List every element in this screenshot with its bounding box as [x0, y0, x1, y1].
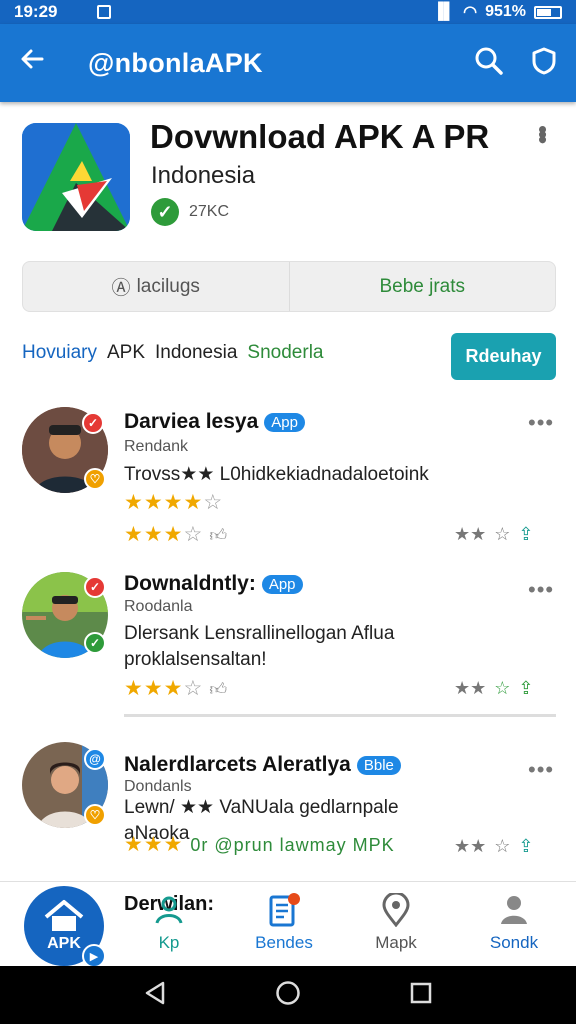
- review-pill: Bble: [356, 755, 401, 775]
- app-bar-title: @nbonlaAPK: [88, 47, 263, 78]
- review-name: Darviea lesya App: [124, 410, 305, 434]
- app-bar-actions: [474, 46, 558, 81]
- share-icon[interactable]: ⇪: [518, 836, 533, 857]
- review-pill: App: [264, 412, 305, 432]
- recents-square-icon[interactable]: [410, 982, 432, 1009]
- star-outline-icon[interactable]: ☆: [494, 836, 510, 857]
- star-icon: ★★: [454, 678, 487, 698]
- review-actions: ★★ ☆ ⇪: [454, 524, 534, 545]
- system-nav-bar: [0, 966, 576, 1024]
- wifi-icon: ◠: [463, 4, 478, 21]
- app-logo-icon: [22, 123, 130, 231]
- more-options-icon[interactable]: •••: [528, 577, 554, 603]
- home-icon: [44, 900, 84, 931]
- nav-item-mapk[interactable]: Mapk: [351, 890, 441, 953]
- review-text: Dlersank Lensrallinellogan Aflua proklal…: [124, 623, 395, 670]
- tag-row: Hovuiary APK Indonesia Snoderla: [22, 342, 323, 364]
- avatar-badge: ♡: [84, 804, 106, 826]
- nav-item-sondk[interactable]: Sondk: [469, 890, 559, 953]
- share-icon[interactable]: ⇪: [518, 678, 533, 699]
- map-pin-icon: [381, 890, 411, 930]
- tag-link[interactable]: Hovuiary: [22, 342, 97, 364]
- nav-item-kp[interactable]: Kp: [124, 890, 214, 953]
- signal-icon: ▐▌: [432, 3, 456, 20]
- person-icon: [154, 890, 184, 930]
- app-bar: @nbonlaAPK: [0, 24, 576, 102]
- star-outline-icon[interactable]: ☆: [494, 678, 510, 699]
- review-subtitle: Roodanla: [124, 598, 193, 615]
- check-circle-icon: ✓: [151, 198, 179, 226]
- status-bar: 19:29 ▐▌ ◠ 951%: [0, 0, 576, 24]
- avatar-badge: ♡: [84, 468, 106, 490]
- at-icon: Ⓐ: [111, 278, 131, 299]
- more-options-icon[interactable]: •••: [528, 125, 558, 140]
- action-button[interactable]: Rdeuhay: [451, 333, 556, 380]
- review-name: Downaldntly: App: [124, 572, 303, 596]
- review-subtitle: Dondanls: [124, 778, 192, 795]
- shield-icon[interactable]: [530, 46, 558, 81]
- home-circle-icon[interactable]: [275, 980, 301, 1011]
- arrow-left-icon[interactable]: [18, 45, 58, 81]
- status-right: ▐▌ ◠ 951%: [432, 2, 562, 22]
- more-options-icon[interactable]: •••: [528, 757, 554, 783]
- segment-right-label: Bebe jrats: [379, 275, 466, 297]
- segment-left[interactable]: Ⓐ lacilugs: [23, 262, 290, 311]
- segmented-control: Ⓐ lacilugs Bebe jrats: [22, 261, 556, 312]
- account-icon: [499, 890, 529, 930]
- sim-icon: [97, 5, 112, 19]
- avatar-badge: @: [84, 748, 106, 770]
- avatar-badge: ✓: [84, 632, 106, 654]
- star-icon: ★★: [454, 524, 487, 544]
- review-actions: ★★ ☆ ⇪: [454, 678, 534, 699]
- tag-text: Indonesia: [155, 342, 238, 363]
- star-rating: ★★★★☆: [124, 491, 224, 514]
- star-rating: ★★★☆ 👍︎: [124, 677, 229, 700]
- star-icon: ★★: [454, 836, 487, 856]
- app-subtitle: Indonesia: [151, 162, 256, 189]
- review-subtitle: Rendank: [124, 438, 189, 455]
- nav-item-bendes[interactable]: Bendes: [239, 890, 329, 953]
- thumb-icon[interactable]: 👍︎: [209, 525, 228, 546]
- divider: [124, 714, 556, 717]
- review-actions: ★★ ☆ ⇪: [454, 836, 534, 857]
- share-icon[interactable]: ⇪: [518, 524, 533, 545]
- app-meta: ✓ 27KC: [151, 198, 229, 226]
- star-outline-icon[interactable]: ☆: [494, 524, 510, 545]
- star-rating: ★★★☆ 👍︎: [124, 523, 229, 546]
- battery-icon: [534, 5, 562, 19]
- document-icon: [268, 890, 300, 930]
- status-time: 19:29: [14, 2, 58, 21]
- review-pill: App: [261, 574, 303, 594]
- battery-percent: 951%: [485, 3, 526, 20]
- segment-left-label: lacilugs: [136, 275, 200, 297]
- avatar-badge: ✓: [84, 576, 106, 598]
- review-footer: 0r @prun lawmay MPK: [190, 835, 395, 855]
- review-name: Nalerdlarcets Aleratlya Bble: [124, 753, 401, 777]
- apk-label: APK: [47, 935, 81, 952]
- app-meta-text: 27KC: [189, 203, 230, 220]
- segment-right[interactable]: Bebe jrats: [290, 262, 556, 311]
- tag-link[interactable]: Snoderla: [247, 342, 323, 364]
- more-options-icon[interactable]: •••: [528, 410, 554, 436]
- back-triangle-icon[interactable]: [144, 981, 166, 1010]
- play-icon: ▶: [82, 944, 106, 968]
- search-icon[interactable]: [474, 46, 504, 81]
- avatar-badge: ✓: [82, 412, 104, 434]
- tag-text: APK: [106, 342, 146, 363]
- thumb-icon[interactable]: 👍︎: [209, 679, 228, 700]
- review-text: Trovss★★ L0hidkekiadnadaloetoink: [124, 464, 429, 485]
- app-title: Dovwnload APK A PR: [150, 118, 490, 155]
- star-rating: ★★★ 0r @prun lawmay MPK: [124, 833, 395, 856]
